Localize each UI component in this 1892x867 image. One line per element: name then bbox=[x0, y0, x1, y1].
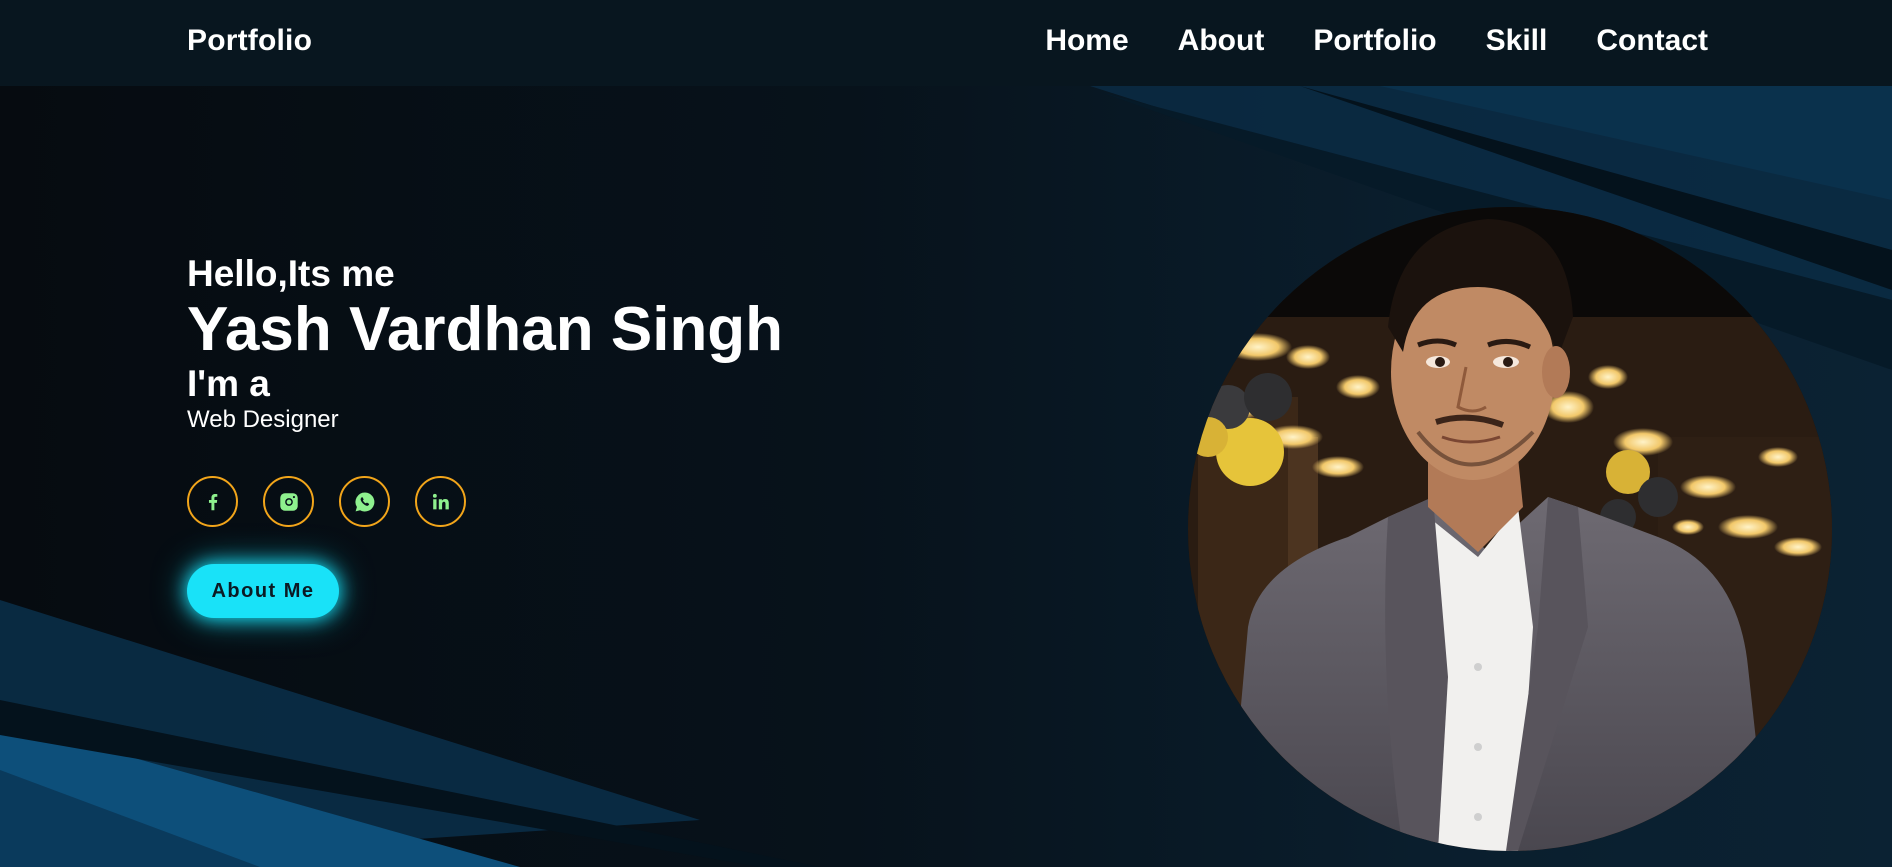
nav-link-about[interactable]: About bbox=[1178, 24, 1265, 58]
nav-links: Home About Portfolio Skill Contact bbox=[996, 24, 1708, 58]
hero-content: Hello,Its me Yash Vardhan Singh I'm a We… bbox=[187, 252, 783, 618]
facebook-icon bbox=[208, 493, 217, 510]
social-links bbox=[187, 476, 783, 527]
instagram-icon bbox=[279, 492, 298, 511]
whatsapp-icon bbox=[354, 491, 374, 511]
intro-text: I'm a bbox=[187, 363, 270, 404]
nav-link-skill[interactable]: Skill bbox=[1486, 24, 1548, 58]
greeting: Hello,Its me bbox=[187, 253, 395, 294]
nav-link-portfolio[interactable]: Portfolio bbox=[1313, 24, 1436, 58]
linkedin-link[interactable] bbox=[415, 476, 466, 527]
profile-photo bbox=[1188, 207, 1832, 851]
page: Portfolio Home About Portfolio Skill Con… bbox=[0, 0, 1892, 867]
about-me-button[interactable]: About Me bbox=[187, 564, 339, 618]
nav-link-home[interactable]: Home bbox=[1045, 24, 1128, 58]
hero-name: Yash Vardhan Singh bbox=[187, 295, 784, 364]
role-text: Web Designer bbox=[187, 406, 339, 433]
facebook-link[interactable] bbox=[187, 476, 238, 527]
nav-link-contact[interactable]: Contact bbox=[1596, 24, 1708, 58]
navbar: Portfolio Home About Portfolio Skill Con… bbox=[0, 0, 1892, 86]
linkedin-icon bbox=[432, 493, 449, 509]
instagram-link[interactable] bbox=[263, 476, 314, 527]
whatsapp-link[interactable] bbox=[339, 476, 390, 527]
logo[interactable]: Portfolio bbox=[187, 24, 312, 58]
